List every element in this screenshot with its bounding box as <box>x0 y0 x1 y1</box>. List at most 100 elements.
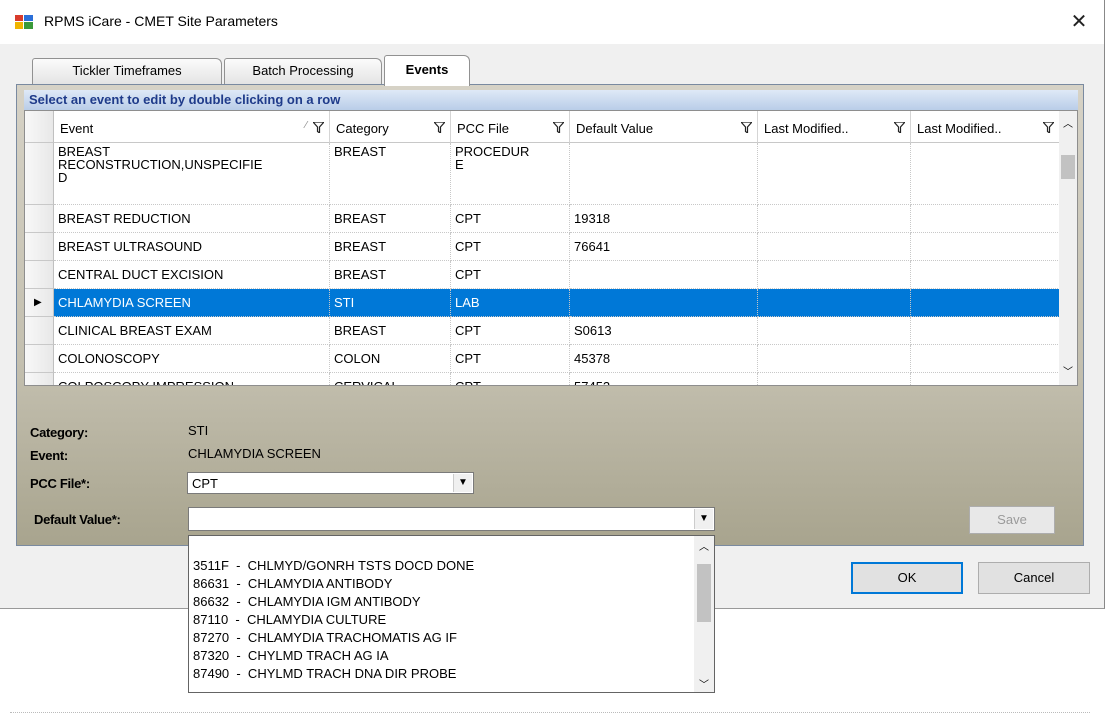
current-row-icon: ▶ <box>34 297 42 308</box>
list-item[interactable]: 87110 - CHLAMYDIA CULTURE <box>193 612 386 628</box>
list-item[interactable]: 87490 - CHYLMD TRACH DNA DIR PROBE <box>193 666 456 682</box>
scroll-thumb[interactable] <box>1061 155 1075 179</box>
pcc-file-select[interactable]: CPT ▼ <box>187 472 474 494</box>
cell-category: BREAST <box>330 233 451 261</box>
scroll-down-icon[interactable]: ﹀ <box>699 676 709 691</box>
cell-default-value: 45378 <box>570 345 758 373</box>
row-header[interactable] <box>25 143 54 205</box>
cell-text-line: E <box>455 157 464 172</box>
list-item[interactable]: 87320 - CHYLMD TRACH AG IA <box>193 648 389 664</box>
column-header-last-modified-2[interactable]: Last Modified.. <box>911 111 1060 143</box>
cell-event: CHLAMYDIA SCREEN <box>54 289 330 317</box>
default-value-label: Default Value*: <box>34 512 121 527</box>
filter-icon[interactable] <box>313 122 324 133</box>
tab-tickler-timeframes[interactable]: Tickler Timeframes <box>32 58 222 84</box>
column-label: Last Modified.. <box>917 121 1002 136</box>
cell-last-modified <box>758 233 911 261</box>
scroll-up-icon[interactable]: ︿ <box>699 538 709 553</box>
cell-last-modified <box>911 317 1060 345</box>
sort-icon: ⁄ <box>305 120 307 131</box>
column-header-default-value[interactable]: Default Value <box>570 111 758 143</box>
cell-pcc-file: CPT <box>451 233 570 261</box>
grid-corner <box>25 111 54 143</box>
cell-category: COLON <box>330 345 451 373</box>
row-header[interactable] <box>25 317 54 345</box>
cell-event: BREAST REDUCTION <box>54 205 330 233</box>
row-header[interactable] <box>25 261 54 289</box>
default-value-dropdown-list[interactable]: 3511F - CHLMYD/GONRH TSTS DOCD DONE 8663… <box>188 535 715 693</box>
filter-icon[interactable] <box>741 122 752 133</box>
cell-category: BREAST <box>330 205 451 233</box>
cell-last-modified <box>758 345 911 373</box>
ok-button[interactable]: OK <box>851 562 963 594</box>
list-item[interactable]: 86632 - CHLAMYDIA IGM ANTIBODY <box>193 594 421 610</box>
cell-last-modified <box>758 317 911 345</box>
cell-last-modified <box>758 261 911 289</box>
cell-last-modified <box>758 373 911 385</box>
cell-event: CENTRAL DUCT EXCISION <box>54 261 330 289</box>
cell-pcc-file: PROCEDUR E <box>451 143 570 205</box>
chevron-down-icon[interactable]: ▼ <box>453 474 472 492</box>
column-label: Default Value <box>576 121 654 136</box>
column-label: Event <box>60 121 94 136</box>
column-header-event[interactable]: Event ⁄ <box>54 111 330 143</box>
save-button[interactable]: Save <box>969 506 1055 534</box>
category-value: STI <box>188 423 209 438</box>
column-header-pcc-file[interactable]: PCC File <box>451 111 570 143</box>
cell-default-value <box>570 261 758 289</box>
column-label: PCC File <box>457 121 510 136</box>
cell-category: BREAST <box>330 143 451 205</box>
cell-last-modified <box>911 205 1060 233</box>
row-header[interactable] <box>25 205 54 233</box>
cell-pcc-file: CPT <box>451 345 570 373</box>
background-divider <box>10 712 1090 713</box>
cell-pcc-file: LAB <box>451 289 570 317</box>
row-header[interactable] <box>25 233 54 261</box>
cell-default-value <box>570 289 758 317</box>
cell-last-modified <box>758 205 911 233</box>
default-value-select[interactable]: ▼ <box>188 507 715 531</box>
row-header[interactable] <box>25 345 54 373</box>
cell-pcc-file: CPT <box>451 317 570 345</box>
tab-events[interactable]: Events <box>384 55 470 86</box>
list-item[interactable]: 86631 - CHLAMYDIA ANTIBODY <box>193 576 392 592</box>
column-label: Last Modified.. <box>764 121 849 136</box>
dropdown-scrollbar[interactable]: ︿ ﹀ <box>694 536 714 692</box>
cell-text-line: D <box>58 170 68 185</box>
cell-default-value <box>570 143 758 205</box>
cell-last-modified <box>911 233 1060 261</box>
column-label: Category <box>336 121 389 136</box>
cell-category: STI <box>330 289 451 317</box>
cell-last-modified <box>911 143 1060 205</box>
cell-last-modified <box>911 289 1060 317</box>
row-header[interactable] <box>25 373 54 385</box>
list-item[interactable]: 3511F - CHLMYD/GONRH TSTS DOCD DONE <box>193 558 474 574</box>
window-title: RPMS iCare - CMET Site Parameters <box>44 13 278 29</box>
cell-category: BREAST <box>330 261 451 289</box>
cancel-button[interactable]: Cancel <box>978 562 1090 594</box>
cell-event: BREAST RECONSTRUCTION,UNSPECIFIE D <box>54 143 330 205</box>
scroll-up-icon[interactable]: ︿ <box>1063 115 1073 130</box>
row-header[interactable]: ▶ <box>25 289 54 317</box>
cell-pcc-file: CPT <box>451 373 570 385</box>
scroll-down-icon[interactable]: ﹀ <box>1063 363 1073 378</box>
chevron-down-icon[interactable]: ▼ <box>694 509 713 529</box>
cell-text-line: PROCEDUR <box>455 144 530 159</box>
column-header-last-modified-1[interactable]: Last Modified.. <box>758 111 911 143</box>
scroll-thumb[interactable] <box>697 564 711 622</box>
cell-event: CLINICAL BREAST EXAM <box>54 317 330 345</box>
filter-icon[interactable] <box>553 122 564 133</box>
cell-event: BREAST ULTRASOUND <box>54 233 330 261</box>
cell-pcc-file: CPT <box>451 205 570 233</box>
cell-last-modified <box>911 261 1060 289</box>
list-item[interactable]: 87270 - CHLAMYDIA TRACHOMATIS AG IF <box>193 630 457 646</box>
event-value: CHLAMYDIA SCREEN <box>188 446 321 461</box>
cell-event: COLPOSCOPY IMPRESSION <box>54 373 330 385</box>
filter-icon[interactable] <box>1043 122 1054 133</box>
close-button[interactable]: ✕ <box>1066 10 1092 34</box>
grid-vertical-scrollbar[interactable]: ︿ ﹀ <box>1059 111 1077 385</box>
tab-batch-processing[interactable]: Batch Processing <box>224 58 382 84</box>
filter-icon[interactable] <box>894 122 905 133</box>
filter-icon[interactable] <box>434 122 445 133</box>
column-header-category[interactable]: Category <box>330 111 451 143</box>
